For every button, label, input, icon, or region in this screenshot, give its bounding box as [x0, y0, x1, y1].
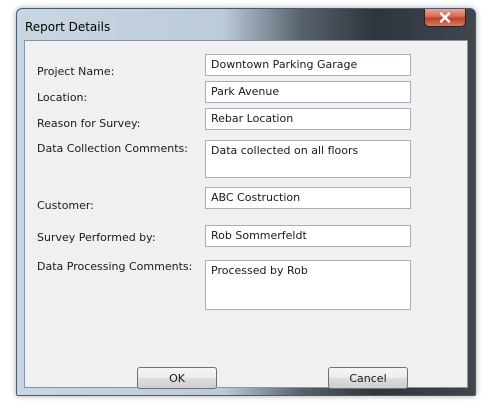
dialog-title: Report Details	[25, 20, 111, 34]
customer-field[interactable]: ABC Costruction	[205, 187, 411, 209]
ok-button[interactable]: OK	[137, 367, 217, 389]
survey-performed-by-field[interactable]: Rob Sommerfeldt	[205, 225, 411, 247]
reason-for-survey-field[interactable]: Rebar Location	[205, 108, 411, 130]
reason-for-survey-label: Reason for Survey:	[37, 117, 141, 130]
close-icon	[439, 12, 451, 23]
close-button[interactable]	[424, 9, 466, 27]
dialog-content: Project Name: Downtown Parking Garage Lo…	[24, 40, 468, 389]
project-name-label: Project Name:	[37, 65, 115, 78]
cancel-button[interactable]: Cancel	[328, 367, 408, 389]
data-collection-comments-field[interactable]: Data collected on all floors	[205, 140, 411, 178]
location-label: Location:	[37, 91, 88, 104]
survey-performed-by-label: Survey Performed by:	[37, 231, 156, 244]
customer-label: Customer:	[37, 199, 94, 212]
report-details-dialog: Report Details Project Name: Downtown Pa…	[16, 8, 476, 396]
data-collection-comments-label: Data Collection Comments:	[37, 142, 188, 155]
project-name-field[interactable]: Downtown Parking Garage	[205, 54, 411, 76]
data-processing-comments-field[interactable]: Processed by Rob	[205, 260, 411, 310]
data-processing-comments-label: Data Processing Comments:	[37, 260, 193, 273]
location-field[interactable]: Park Avenue	[205, 81, 411, 103]
